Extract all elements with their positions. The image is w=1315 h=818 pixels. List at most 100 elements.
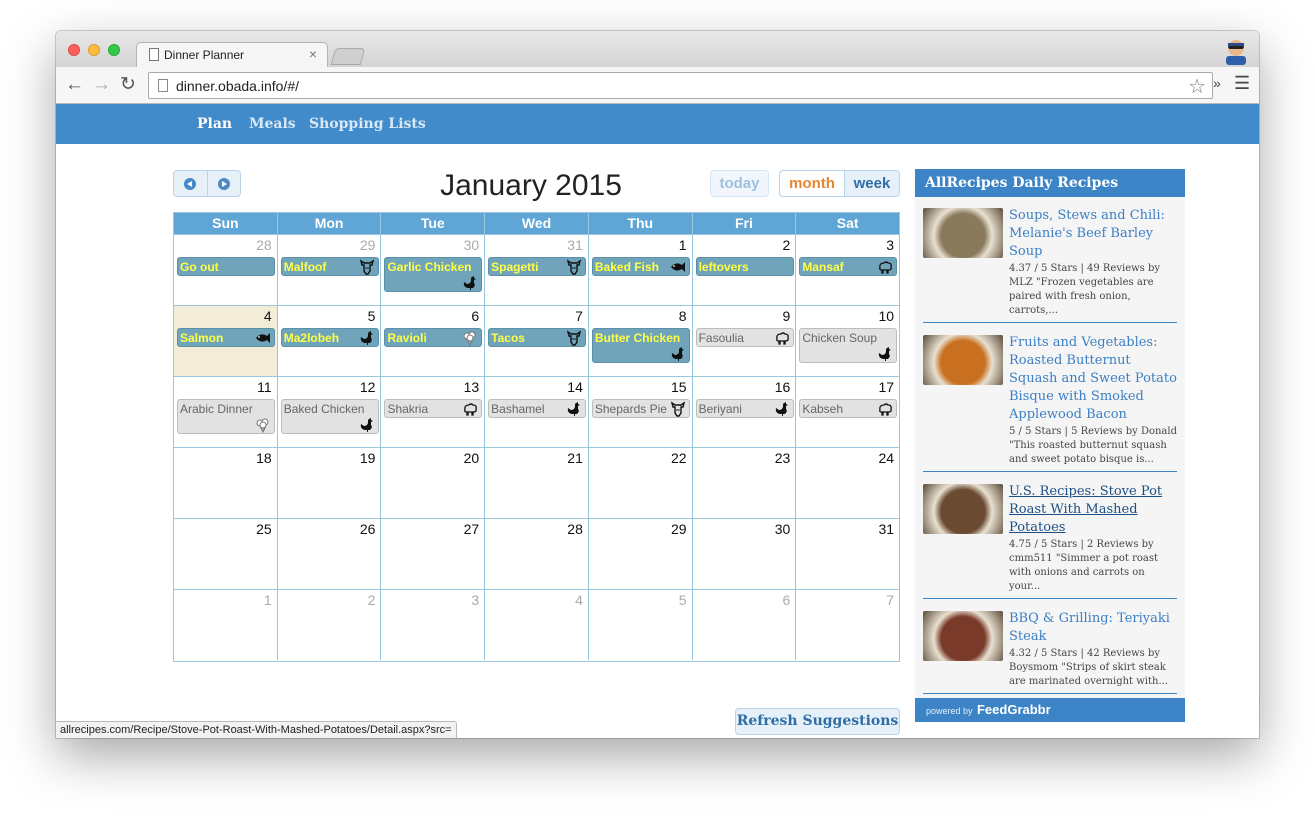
day-number: 12: [359, 379, 376, 395]
calendar-day-cell[interactable]: 6 Ravioli: [381, 306, 486, 376]
recipe-link[interactable]: BBQ & Grilling: Teriyaki Steak: [1009, 610, 1177, 646]
recipe-link[interactable]: U.S. Recipes: Stove Pot Roast With Mashe…: [1009, 483, 1177, 537]
nav-plan[interactable]: Plan: [197, 116, 232, 132]
meal-event-arabic-dinner[interactable]: Arabic Dinner: [177, 399, 275, 434]
calendar-day-cell[interactable]: 30: [693, 519, 797, 589]
profile-avatar-icon[interactable]: [1223, 37, 1249, 65]
calendar-day-cell[interactable]: 2: [278, 590, 382, 660]
meal-event-bashamel[interactable]: Bashamel: [488, 399, 587, 418]
back-button[interactable]: ←: [65, 75, 84, 95]
calendar-day-cell[interactable]: 15 Shepards Pie: [589, 377, 693, 447]
meal-event-spagetti[interactable]: Spagetti: [488, 257, 587, 276]
calendar-day-cell[interactable]: 4: [485, 590, 589, 660]
calendar-day-cell[interactable]: 17 Kabseh: [796, 377, 899, 447]
address-bar[interactable]: dinner.obada.info/#/ ☆: [148, 72, 1213, 99]
meal-event-baked-fish[interactable]: Baked Fish: [591, 257, 690, 276]
recipe-link[interactable]: Fruits and Vegetables: Roasted Butternut…: [1009, 334, 1177, 424]
recipe-thumbnail[interactable]: [923, 335, 1003, 385]
calendar-day-cell[interactable]: 1 Baked Fish: [589, 235, 693, 305]
calendar-day-cell[interactable]: 20: [381, 448, 486, 518]
calendar-day-cell[interactable]: 27: [381, 519, 486, 589]
meal-event-shakria[interactable]: Shakria: [384, 399, 483, 418]
next-month-button[interactable]: [206, 171, 241, 196]
forward-button[interactable]: →: [92, 75, 111, 95]
meal-event-shepards-pie[interactable]: Shepards Pie: [591, 399, 690, 418]
recipe-link[interactable]: Soups, Stews and Chili: Melanie's Beef B…: [1009, 207, 1177, 261]
calendar-day-cell[interactable]: 29 Malfoof: [278, 235, 382, 305]
extensions-overflow-button[interactable]: »: [1213, 75, 1221, 91]
browser-menu-button[interactable]: ☰: [1234, 73, 1250, 94]
reload-button[interactable]: ↻: [120, 75, 136, 95]
meal-event-mansaf[interactable]: Mansaf: [799, 257, 898, 276]
calendar-day-cell[interactable]: 12 Baked Chicken: [278, 377, 382, 447]
close-window-button[interactable]: [68, 44, 80, 56]
calendar-day-cell[interactable]: 6: [693, 590, 797, 660]
recipe-thumbnail[interactable]: [923, 611, 1003, 661]
calendar-day-cell[interactable]: 28: [485, 519, 589, 589]
calendar-day-cell[interactable]: 2 leftovers: [693, 235, 797, 305]
meal-event-salmon[interactable]: Salmon: [177, 328, 275, 347]
calendar-day-cell[interactable]: 24: [796, 448, 899, 518]
meal-event-tacos[interactable]: Tacos: [488, 328, 587, 347]
nav-meals[interactable]: Meals: [249, 116, 296, 132]
calendar-day-cell[interactable]: 9 Fasoulia: [693, 306, 797, 376]
meal-event-chicken-soup[interactable]: Chicken Soup: [799, 328, 898, 363]
calendar-day-cell[interactable]: 4 Salmon: [174, 306, 278, 376]
tab-close-button[interactable]: ×: [309, 46, 317, 62]
calendar-day-cell[interactable]: 30 Garlic Chicken: [381, 235, 486, 305]
calendar-day-cell[interactable]: 3: [381, 590, 486, 660]
meal-event-baked-chicken[interactable]: Baked Chicken: [280, 399, 379, 434]
recipe-thumbnail[interactable]: [923, 208, 1003, 258]
calendar-day-cell[interactable]: 1: [174, 590, 278, 660]
meal-event-kabseh[interactable]: Kabseh: [799, 399, 898, 418]
meal-event-leftovers[interactable]: leftovers: [695, 257, 794, 276]
nav-shopping-lists[interactable]: Shopping Lists: [309, 116, 426, 132]
calendar-day-cell[interactable]: 25: [174, 519, 278, 589]
calendar-day-cell[interactable]: 31: [796, 519, 899, 589]
calendar-day-cell[interactable]: 7: [796, 590, 899, 660]
minimize-window-button[interactable]: [88, 44, 100, 56]
browser-tab[interactable]: Dinner Planner ×: [136, 42, 328, 68]
refresh-suggestions-button[interactable]: Refresh Suggestions: [735, 708, 900, 735]
feed-footer[interactable]: powered by FeedGrabbr: [915, 698, 1185, 722]
calendar-day-cell[interactable]: 13 Shakria: [381, 377, 486, 447]
meal-event-fasoulia[interactable]: Fasoulia: [695, 328, 794, 347]
calendar-day-cell[interactable]: 18: [174, 448, 278, 518]
meal-event-ma2lobeh[interactable]: Ma2lobeh: [280, 328, 379, 347]
new-tab-button[interactable]: [330, 48, 366, 65]
calendar-day-cell[interactable]: 7 Tacos: [485, 306, 589, 376]
calendar-day-cell[interactable]: 5 Ma2lobeh: [278, 306, 382, 376]
day-number: 4: [575, 592, 583, 608]
calendar-day-cell[interactable]: 29: [589, 519, 693, 589]
calendar-day-cell[interactable]: 31 Spagetti: [485, 235, 589, 305]
calendar-day-cell[interactable]: 3 Mansaf: [796, 235, 899, 305]
meal-event-garlic-chicken[interactable]: Garlic Chicken: [384, 257, 483, 292]
week-view-button[interactable]: week: [844, 171, 899, 196]
meal-event-malfoof[interactable]: Malfoof: [280, 257, 379, 276]
meal-event-butter-chicken[interactable]: Butter Chicken: [591, 328, 690, 363]
calendar-day-cell[interactable]: 26: [278, 519, 382, 589]
meal-event-beriyani[interactable]: Beriyani: [695, 399, 794, 418]
calendar-day-cell[interactable]: 22: [589, 448, 693, 518]
zoom-window-button[interactable]: [108, 44, 120, 56]
calendar-day-cell[interactable]: 14 Bashamel: [485, 377, 589, 447]
prev-month-button[interactable]: [174, 171, 207, 196]
meal-event-go-out[interactable]: Go out: [177, 257, 275, 276]
calendar-day-cell[interactable]: 21: [485, 448, 589, 518]
calendar-day-cell[interactable]: 28 Go out: [174, 235, 278, 305]
address-url[interactable]: dinner.obada.info/#/: [176, 78, 299, 94]
bookmark-star-icon[interactable]: ☆: [1188, 74, 1206, 99]
calendar-day-cell[interactable]: 19: [278, 448, 382, 518]
calendar-day-cell[interactable]: 8 Butter Chicken: [589, 306, 693, 376]
today-button[interactable]: today: [710, 170, 769, 197]
calendar-day-cell[interactable]: 5: [589, 590, 693, 660]
recipe-thumbnail[interactable]: [923, 484, 1003, 534]
meal-event-ravioli[interactable]: Ravioli: [384, 328, 483, 347]
cow-icon: [670, 401, 686, 417]
month-view-button[interactable]: month: [780, 171, 844, 196]
calendar-day-cell[interactable]: 16 Beriyani: [693, 377, 797, 447]
calendar-day-cell[interactable]: 23: [693, 448, 797, 518]
calendar-day-cell[interactable]: 11 Arabic Dinner: [174, 377, 278, 447]
calendar-day-cell[interactable]: 10 Chicken Soup: [796, 306, 899, 376]
feed-footer-brand[interactable]: FeedGrabbr: [977, 702, 1051, 717]
